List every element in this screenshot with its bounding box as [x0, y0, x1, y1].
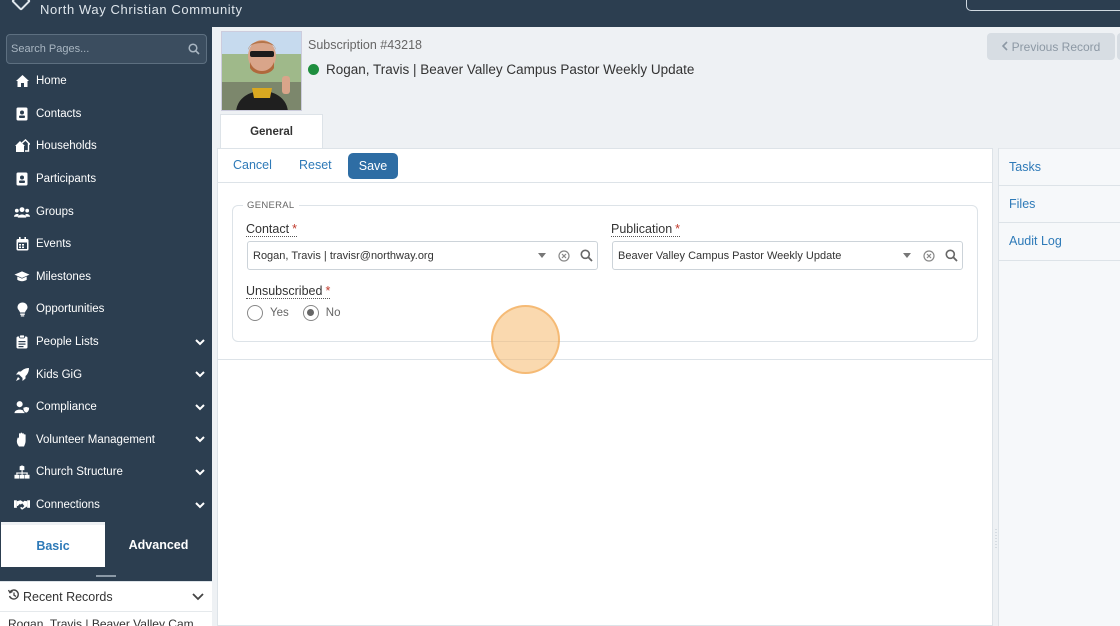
reset-button[interactable]: Reset — [299, 158, 332, 172]
lightbulb-icon — [14, 301, 30, 317]
chevron-down-icon[interactable] — [188, 371, 212, 378]
clipboard-icon — [14, 334, 30, 350]
sidebar-item-milestones[interactable]: Milestones — [0, 261, 212, 294]
sidebar-item-church-structure[interactable]: Church Structure — [0, 456, 212, 489]
radio-yes[interactable] — [247, 305, 263, 321]
graduation-cap-icon — [14, 269, 30, 285]
previous-record-label: Previous Record — [1011, 39, 1101, 54]
clear-icon[interactable] — [553, 249, 575, 262]
org-name: North Way Christian Community — [40, 2, 243, 17]
lookup-search-icon[interactable] — [940, 249, 962, 262]
hand-icon — [14, 432, 30, 448]
page-search — [6, 34, 207, 64]
sidebar-nav: Home Contacts Households Participants Gr… — [0, 65, 212, 521]
chevron-down-icon[interactable] — [188, 501, 212, 509]
right-panel: Tasks Files Audit Log — [998, 148, 1120, 626]
handshake-icon — [14, 497, 30, 513]
contact-value: Rogan, Travis | travisr@northway.org — [253, 249, 434, 262]
recent-record-link[interactable]: Rogan, Travis | Beaver Valley Cam — [0, 612, 212, 626]
record-subtitle: Subscription #43218 — [308, 38, 422, 52]
sidebar-item-connections[interactable]: Connections — [0, 489, 212, 522]
sitemap-icon — [14, 464, 30, 480]
sidebar-item-home[interactable]: Home — [0, 65, 212, 98]
sidebar-item-kids-gig[interactable]: Kids GiG — [0, 358, 212, 391]
search-icon[interactable] — [188, 43, 200, 58]
chevron-down-icon[interactable] — [188, 404, 212, 411]
sidebar-item-groups[interactable]: Groups — [0, 195, 212, 228]
radio-yes-label: Yes — [270, 307, 289, 319]
right-panel-audit-log[interactable]: Audit Log — [999, 223, 1120, 261]
chevron-down-icon[interactable] — [184, 592, 212, 601]
sidebar-item-opportunities[interactable]: Opportunities — [0, 293, 212, 326]
sidebar-item-compliance[interactable]: Compliance — [0, 391, 212, 424]
panel-divider — [218, 359, 992, 360]
chevron-down-icon[interactable] — [188, 469, 212, 476]
lookup-search-icon[interactable] — [575, 249, 597, 262]
publication-field[interactable]: Beaver Valley Campus Pastor Weekly Updat… — [612, 241, 963, 270]
home-icon — [14, 73, 30, 89]
sidebar-item-households[interactable]: Households — [0, 130, 212, 163]
advanced-mode-tab[interactable]: Advanced — [105, 522, 212, 567]
user-shield-icon — [14, 399, 30, 415]
households-icon — [14, 138, 30, 154]
resize-handle[interactable] — [96, 575, 116, 577]
chevron-left-icon — [1001, 40, 1008, 54]
recent-records-title: Recent Records — [23, 589, 113, 604]
record-title: Rogan, Travis | Beaver Valley Campus Pas… — [326, 62, 695, 77]
form-toolbar: Cancel Reset Save — [218, 149, 992, 183]
publication-label: Publication * — [611, 222, 681, 237]
contact-card-icon — [14, 106, 30, 122]
chevron-down-icon[interactable] — [188, 436, 212, 443]
contact-photo — [221, 31, 302, 111]
chevron-down-icon[interactable] — [188, 338, 212, 346]
clear-icon[interactable] — [918, 249, 940, 262]
church-logo-icon[interactable] — [11, 0, 31, 11]
participant-icon — [14, 171, 30, 187]
unsubscribed-label: Unsubscribed * — [246, 284, 331, 299]
groups-icon — [14, 204, 30, 220]
history-icon — [7, 589, 20, 604]
publication-value: Beaver Valley Campus Pastor Weekly Updat… — [618, 249, 842, 262]
sidebar: Home Contacts Households Participants Gr… — [0, 27, 212, 626]
sidebar-item-people-lists[interactable]: People Lists — [0, 326, 212, 359]
sidebar-item-events[interactable]: Events — [0, 228, 212, 261]
cancel-button[interactable]: Cancel — [233, 158, 272, 172]
caret-down-icon[interactable] — [531, 253, 553, 258]
fieldset-legend: GENERAL — [243, 200, 299, 211]
radio-no[interactable] — [302, 305, 319, 321]
click-indicator — [491, 305, 560, 374]
general-fieldset: GENERAL Contact * Rogan, Travis | travisr… — [232, 200, 978, 342]
contact-field[interactable]: Rogan, Travis | travisr@northway.org — [247, 241, 598, 270]
record-form-panel: Cancel Reset Save GENERAL Contact * Rogan… — [217, 148, 993, 626]
sidebar-item-volunteer-management[interactable]: Volunteer Management — [0, 424, 212, 457]
contact-label: Contact * — [246, 222, 297, 237]
previous-record-button[interactable]: Previous Record — [987, 33, 1115, 60]
top-right-control[interactable] — [966, 0, 1120, 11]
right-panel-files[interactable]: Files — [999, 185, 1120, 223]
save-button[interactable]: Save — [348, 153, 398, 179]
calendar-icon — [14, 236, 30, 252]
main-content: Subscription #43218 Rogan, Travis | Beav… — [212, 27, 1120, 626]
rocket-icon — [14, 367, 30, 383]
search-input[interactable] — [7, 35, 177, 63]
right-panel-tasks[interactable]: Tasks — [999, 148, 1120, 186]
recent-records-header[interactable]: Recent Records — [0, 582, 212, 612]
status-indicator — [308, 64, 319, 75]
sidebar-item-contacts[interactable]: Contacts — [0, 98, 212, 131]
basic-mode-tab[interactable]: Basic — [1, 522, 105, 567]
radio-no-label: No — [325, 307, 341, 319]
unsubscribed-radio-group: Yes No — [247, 305, 354, 321]
recent-records-panel: Recent Records Rogan, Travis | Beaver Va… — [0, 581, 212, 626]
sidebar-item-participants[interactable]: Participants — [0, 163, 212, 196]
caret-down-icon[interactable] — [896, 253, 918, 258]
top-bar: North Way Christian Community — [0, 0, 1120, 27]
mode-toggle: Basic Advanced — [0, 522, 212, 567]
tab-general[interactable]: General — [220, 114, 323, 149]
